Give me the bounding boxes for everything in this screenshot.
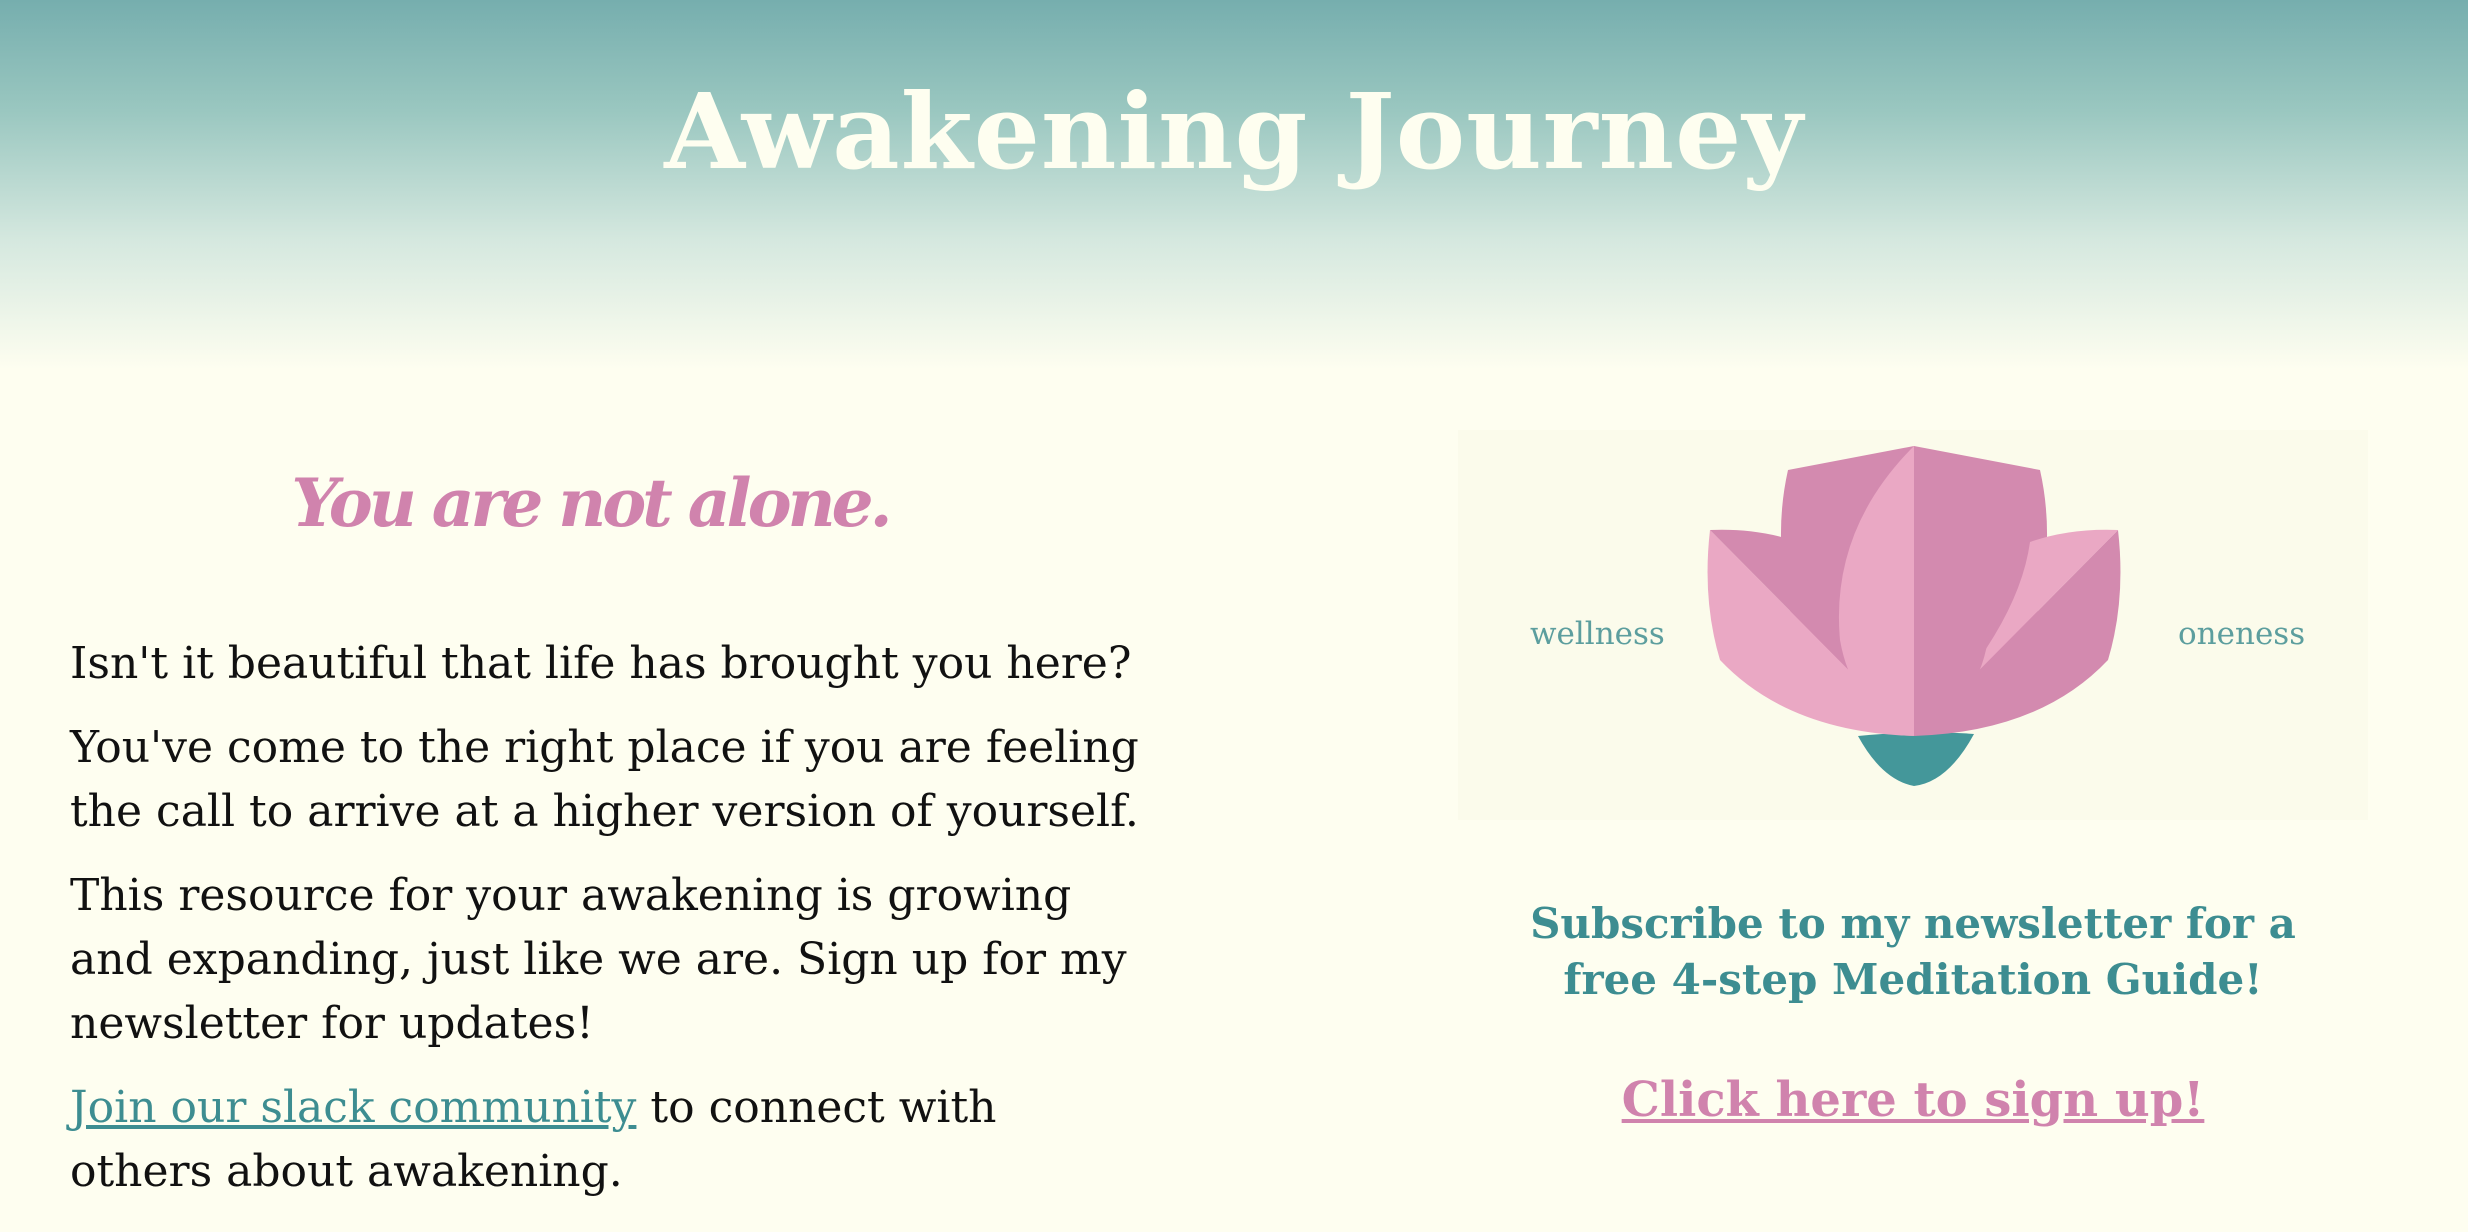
oneness-label: oneness: [2178, 616, 2306, 652]
tagline: You are not alone.: [291, 464, 892, 542]
slack-paragraph: Join our slack community to connect with…: [70, 1076, 1150, 1204]
site-title: Awakening Journey: [664, 70, 1804, 193]
signup-link[interactable]: Click here to sign up!: [1500, 1068, 2326, 1132]
intro-paragraph: Isn't it beautiful that life has brought…: [70, 638, 1132, 689]
header-banner: Awakening Journey: [0, 0, 2468, 370]
intro-text: Isn't it beautiful that life has brought…: [70, 632, 1150, 1224]
subscribe-text: Subscribe to my newsletter for a free 4-…: [1530, 899, 2296, 1004]
intro-paragraph: You've come to the right place if you ar…: [70, 722, 1139, 837]
wellness-label: wellness: [1530, 616, 1665, 652]
intro-paragraph: This resource for your awakening is grow…: [70, 870, 1127, 1049]
slack-community-link[interactable]: Join our slack community: [70, 1082, 636, 1133]
